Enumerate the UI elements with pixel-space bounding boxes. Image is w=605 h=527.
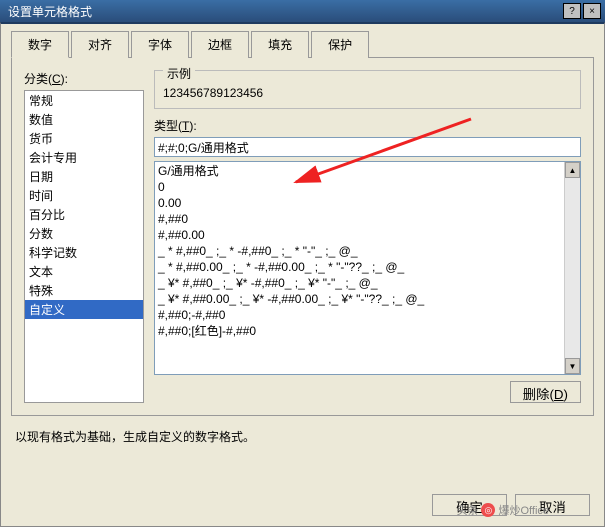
scrollbar[interactable]: ▲ ▼ <box>564 162 580 374</box>
format-item[interactable]: 0 <box>158 179 561 195</box>
category-label-suffix: ): <box>61 72 68 86</box>
delete-btn-hotkey: D <box>554 387 564 402</box>
delete-btn-suffix: ) <box>564 387 568 402</box>
category-item[interactable]: 百分比 <box>25 205 143 224</box>
type-label-suffix: ): <box>189 119 196 133</box>
tab-protection[interactable]: 保护 <box>311 31 369 58</box>
format-item[interactable]: #,##0;[红色]-#,##0 <box>158 323 561 339</box>
type-label: 类型(T): <box>154 117 581 134</box>
close-button[interactable]: × <box>583 3 601 19</box>
format-item[interactable]: 0.00 <box>158 195 561 211</box>
window-title: 设置单元格格式 <box>4 3 561 20</box>
delete-btn-prefix: 删除( <box>523 387 554 402</box>
format-item[interactable]: _ ¥* #,##0.00_ ;_ ¥* -#,##0.00_ ;_ ¥* "-… <box>158 291 561 307</box>
category-label-prefix: 分类( <box>24 72 52 86</box>
dialog-body: 数字 对齐 字体 边框 填充 保护 分类(C): 常规数值货币会计专用日期时间百… <box>0 22 605 527</box>
sample-legend: 示例 <box>163 65 195 82</box>
tab-panel: 分类(C): 常规数值货币会计专用日期时间百分比分数科学记数文本特殊自定义 示例… <box>11 58 594 416</box>
category-item[interactable]: 科学记数 <box>25 243 143 262</box>
category-label: 分类(C): <box>24 70 144 87</box>
format-item[interactable]: G/通用格式 <box>158 163 561 179</box>
category-item[interactable]: 常规 <box>25 91 143 110</box>
sample-value: 123456789123456 <box>163 86 572 100</box>
hint-text: 以现有格式为基础，生成自定义的数字格式。 <box>15 428 590 445</box>
watermark-prefix: 头条 <box>456 502 478 518</box>
type-label-prefix: 类型( <box>154 119 182 133</box>
category-item[interactable]: 数值 <box>25 110 143 129</box>
category-item[interactable]: 自定义 <box>25 300 143 319</box>
tab-number[interactable]: 数字 <box>11 31 69 58</box>
watermark-text: 爆炒Office <box>498 502 549 518</box>
delete-button[interactable]: 删除(D) <box>510 381 581 403</box>
tab-strip: 数字 对齐 字体 边框 填充 保护 <box>11 30 594 58</box>
format-item[interactable]: _ ¥* #,##0_ ;_ ¥* -#,##0_ ;_ ¥* "-"_ ;_ … <box>158 275 561 291</box>
category-item[interactable]: 会计专用 <box>25 148 143 167</box>
right-column: 示例 123456789123456 类型(T): G/通用格式00.00#,#… <box>154 70 581 403</box>
category-item[interactable]: 日期 <box>25 167 143 186</box>
title-bar: 设置单元格格式 ? × <box>0 0 605 22</box>
tab-alignment[interactable]: 对齐 <box>71 31 129 58</box>
tab-fill[interactable]: 填充 <box>251 31 309 58</box>
watermark: 头条 ◎ 爆炒Office <box>456 502 549 518</box>
category-item[interactable]: 分数 <box>25 224 143 243</box>
delete-row: 删除(D) <box>154 381 581 403</box>
format-item[interactable]: #,##0.00 <box>158 227 561 243</box>
format-list-container: G/通用格式00.00#,##0#,##0.00_ * #,##0_ ;_ * … <box>154 161 581 375</box>
format-item[interactable]: #,##0 <box>158 211 561 227</box>
watermark-icon: ◎ <box>481 503 495 517</box>
category-label-hotkey: C <box>52 72 61 86</box>
format-item[interactable]: _ * #,##0_ ;_ * -#,##0_ ;_ * "-"_ ;_ @_ <box>158 243 561 259</box>
tab-font[interactable]: 字体 <box>131 31 189 58</box>
category-list[interactable]: 常规数值货币会计专用日期时间百分比分数科学记数文本特殊自定义 <box>24 90 144 403</box>
category-item[interactable]: 时间 <box>25 186 143 205</box>
help-button[interactable]: ? <box>563 3 581 19</box>
type-input[interactable] <box>154 137 581 157</box>
format-item[interactable]: #,##0;-#,##0 <box>158 307 561 323</box>
sample-box: 示例 123456789123456 <box>154 70 581 109</box>
tab-border[interactable]: 边框 <box>191 31 249 58</box>
scroll-up-icon[interactable]: ▲ <box>565 162 580 178</box>
category-item[interactable]: 文本 <box>25 262 143 281</box>
category-item[interactable]: 特殊 <box>25 281 143 300</box>
scroll-down-icon[interactable]: ▼ <box>565 358 580 374</box>
category-column: 分类(C): 常规数值货币会计专用日期时间百分比分数科学记数文本特殊自定义 <box>24 70 144 403</box>
category-item[interactable]: 货币 <box>25 129 143 148</box>
format-list[interactable]: G/通用格式00.00#,##0#,##0.00_ * #,##0_ ;_ * … <box>155 162 564 374</box>
format-item[interactable]: _ * #,##0.00_ ;_ * -#,##0.00_ ;_ * "-"??… <box>158 259 561 275</box>
